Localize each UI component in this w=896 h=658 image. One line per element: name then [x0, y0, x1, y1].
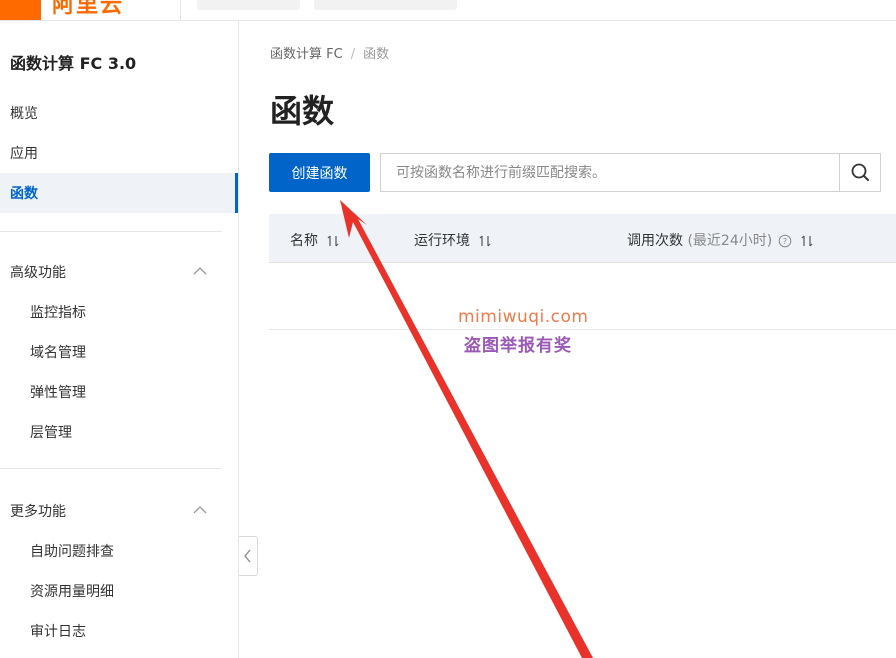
sidebar-item-domains[interactable]: 域名管理 [30, 342, 86, 362]
sort-icon[interactable] [478, 234, 492, 248]
search-box [380, 153, 881, 192]
column-runtime-label: 运行环境 [414, 233, 470, 249]
breadcrumb-item-fc[interactable]: 函数计算 FC [270, 47, 343, 62]
sidebar-group-advanced[interactable]: 高级功能 [10, 262, 66, 282]
page-title: 函数 [270, 92, 335, 130]
sidebar-item-monitoring[interactable]: 监控指标 [30, 302, 86, 322]
help-icon[interactable]: ? [778, 234, 792, 248]
search-button[interactable] [839, 154, 880, 191]
active-indicator [235, 173, 238, 213]
breadcrumb: 函数计算 FC / 函数 [270, 43, 389, 62]
sidebar-item-troubleshooting[interactable]: 自助问题排查 [30, 541, 114, 561]
watermark-url: mimiwuqi.com [458, 307, 589, 327]
table-header: 名称 运行环境 调用次数 (最近24小时)? [269, 214, 896, 263]
aliyun-logo-icon[interactable] [0, 0, 41, 20]
breadcrumb-separator: / [350, 47, 356, 62]
sidebar-item-layers[interactable]: 层管理 [30, 422, 72, 442]
column-name-label: 名称 [290, 233, 318, 249]
chevron-left-icon [244, 549, 251, 563]
logo-text[interactable]: 阿里云 [52, 0, 124, 18]
sidebar-item-applications[interactable]: 应用 [10, 143, 38, 163]
chevron-up-icon[interactable] [192, 263, 208, 279]
column-invocations-suffix: (最近24小时) [687, 233, 773, 249]
column-header-runtime[interactable]: 运行环境 [414, 230, 492, 250]
watermark-notice: 盗图举报有奖 [464, 336, 572, 356]
table-empty-row-divider [269, 329, 896, 330]
create-function-button[interactable]: 创建函数 [269, 153, 370, 192]
sort-icon[interactable] [800, 234, 814, 248]
top-navigation-bar: 阿里云 [0, 0, 896, 21]
sidebar-collapse-button[interactable] [239, 536, 258, 576]
sidebar-divider [0, 231, 222, 232]
sidebar-group-more[interactable]: 更多功能 [10, 501, 66, 521]
sidebar-item-overview[interactable]: 概览 [10, 103, 38, 123]
topbar-divider [180, 0, 181, 20]
search-input[interactable] [381, 154, 839, 191]
sidebar-item-scaling[interactable]: 弹性管理 [30, 382, 86, 402]
sidebar-item-functions-label[interactable]: 函数 [10, 183, 38, 203]
sidebar: 函数计算 FC 3.0 概览 应用 函数 高级功能 监控指标 域名管理 弹性管理… [0, 21, 239, 658]
breadcrumb-item-current: 函数 [363, 47, 390, 62]
sort-icon[interactable] [326, 234, 340, 248]
column-header-invocations[interactable]: 调用次数 (最近24小时)? [627, 230, 814, 250]
sidebar-product-title: 函数计算 FC 3.0 [10, 54, 137, 73]
top-nav-item[interactable] [197, 0, 300, 10]
chevron-up-icon[interactable] [192, 502, 208, 518]
search-icon [851, 163, 869, 181]
top-nav-item[interactable] [314, 0, 457, 10]
column-header-name[interactable]: 名称 [290, 230, 340, 250]
column-invocations-label: 调用次数 [627, 233, 683, 249]
svg-text:?: ? [783, 237, 787, 246]
sidebar-item-usage-details[interactable]: 资源用量明细 [30, 581, 114, 601]
sidebar-item-audit-log[interactable]: 审计日志 [30, 621, 86, 641]
sidebar-divider [0, 468, 222, 469]
